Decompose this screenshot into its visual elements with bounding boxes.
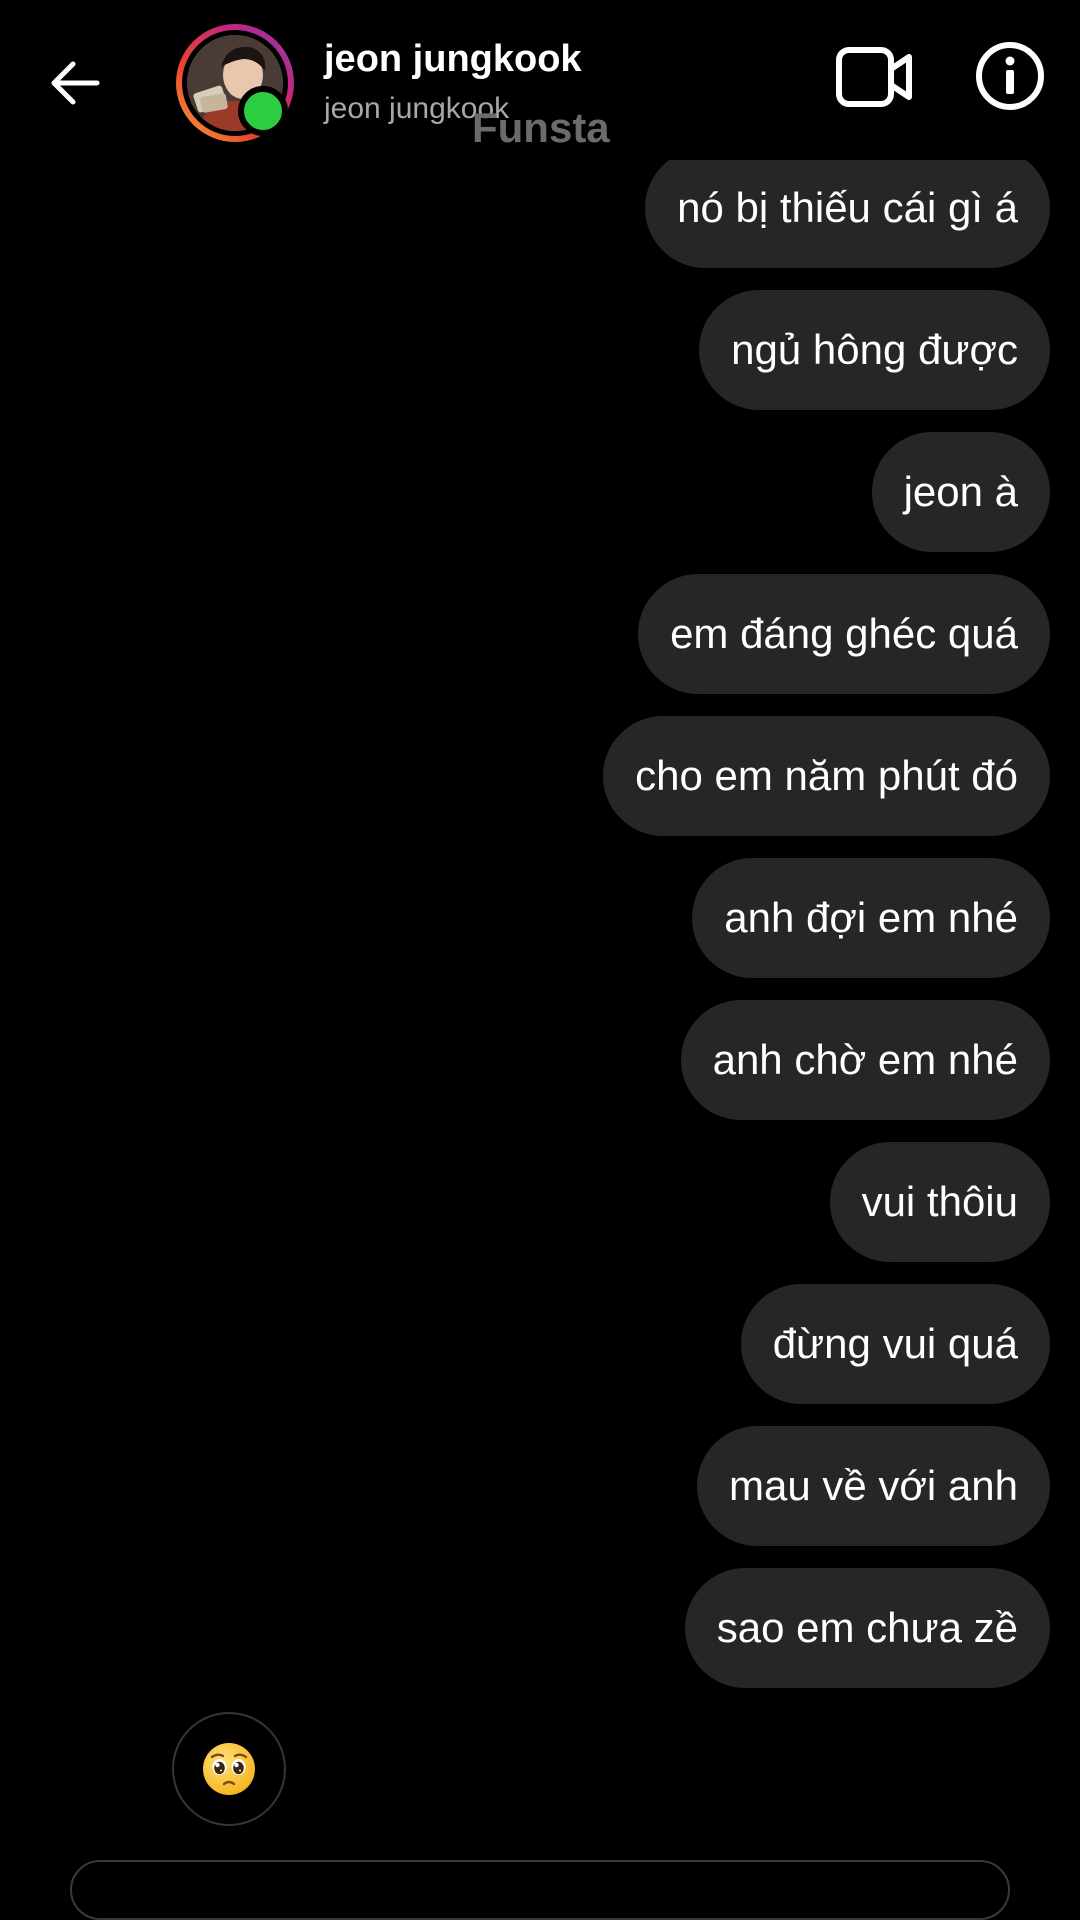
message-composer[interactable] <box>70 1860 1010 1920</box>
pleading-face-icon <box>203 1743 255 1795</box>
contact-name[interactable]: jeon jungkook <box>324 38 582 81</box>
back-button[interactable] <box>42 50 108 116</box>
message-bubble[interactable]: sao em chưa zề <box>684 1568 1050 1688</box>
message-bubble[interactable]: mau về với anh <box>696 1426 1050 1546</box>
chat-header: jeon jungkook jeon jungkook Funsta <box>0 0 1080 160</box>
incoming-emoji-message[interactable] <box>172 1712 286 1826</box>
message-bubble[interactable]: em đáng ghéc quá <box>638 574 1050 694</box>
message-bubble[interactable]: anh đợi em nhé <box>692 858 1050 978</box>
message-bubble[interactable]: jeon à <box>871 432 1050 552</box>
back-arrow-icon <box>51 61 100 105</box>
message-bubble[interactable]: cho em năm phút đó <box>603 716 1050 836</box>
online-status-indicator <box>238 86 288 136</box>
video-call-icon <box>836 47 912 107</box>
info-icon <box>976 42 1044 110</box>
message-thread[interactable]: nó bị thiếu cái gì á ngủ hông được jeon … <box>0 0 1080 1920</box>
message-bubble[interactable]: vui thôiu <box>829 1142 1050 1262</box>
message-bubble[interactable]: đừng vui quá <box>740 1284 1050 1404</box>
message-bubble[interactable]: nó bị thiếu cái gì á <box>645 148 1050 268</box>
message-bubble[interactable]: ngủ hông được <box>699 290 1050 410</box>
video-call-button[interactable] <box>834 42 916 112</box>
message-bubble[interactable]: anh chờ em nhé <box>680 1000 1050 1120</box>
app-watermark: Funsta <box>472 104 610 151</box>
info-button[interactable] <box>974 40 1046 112</box>
